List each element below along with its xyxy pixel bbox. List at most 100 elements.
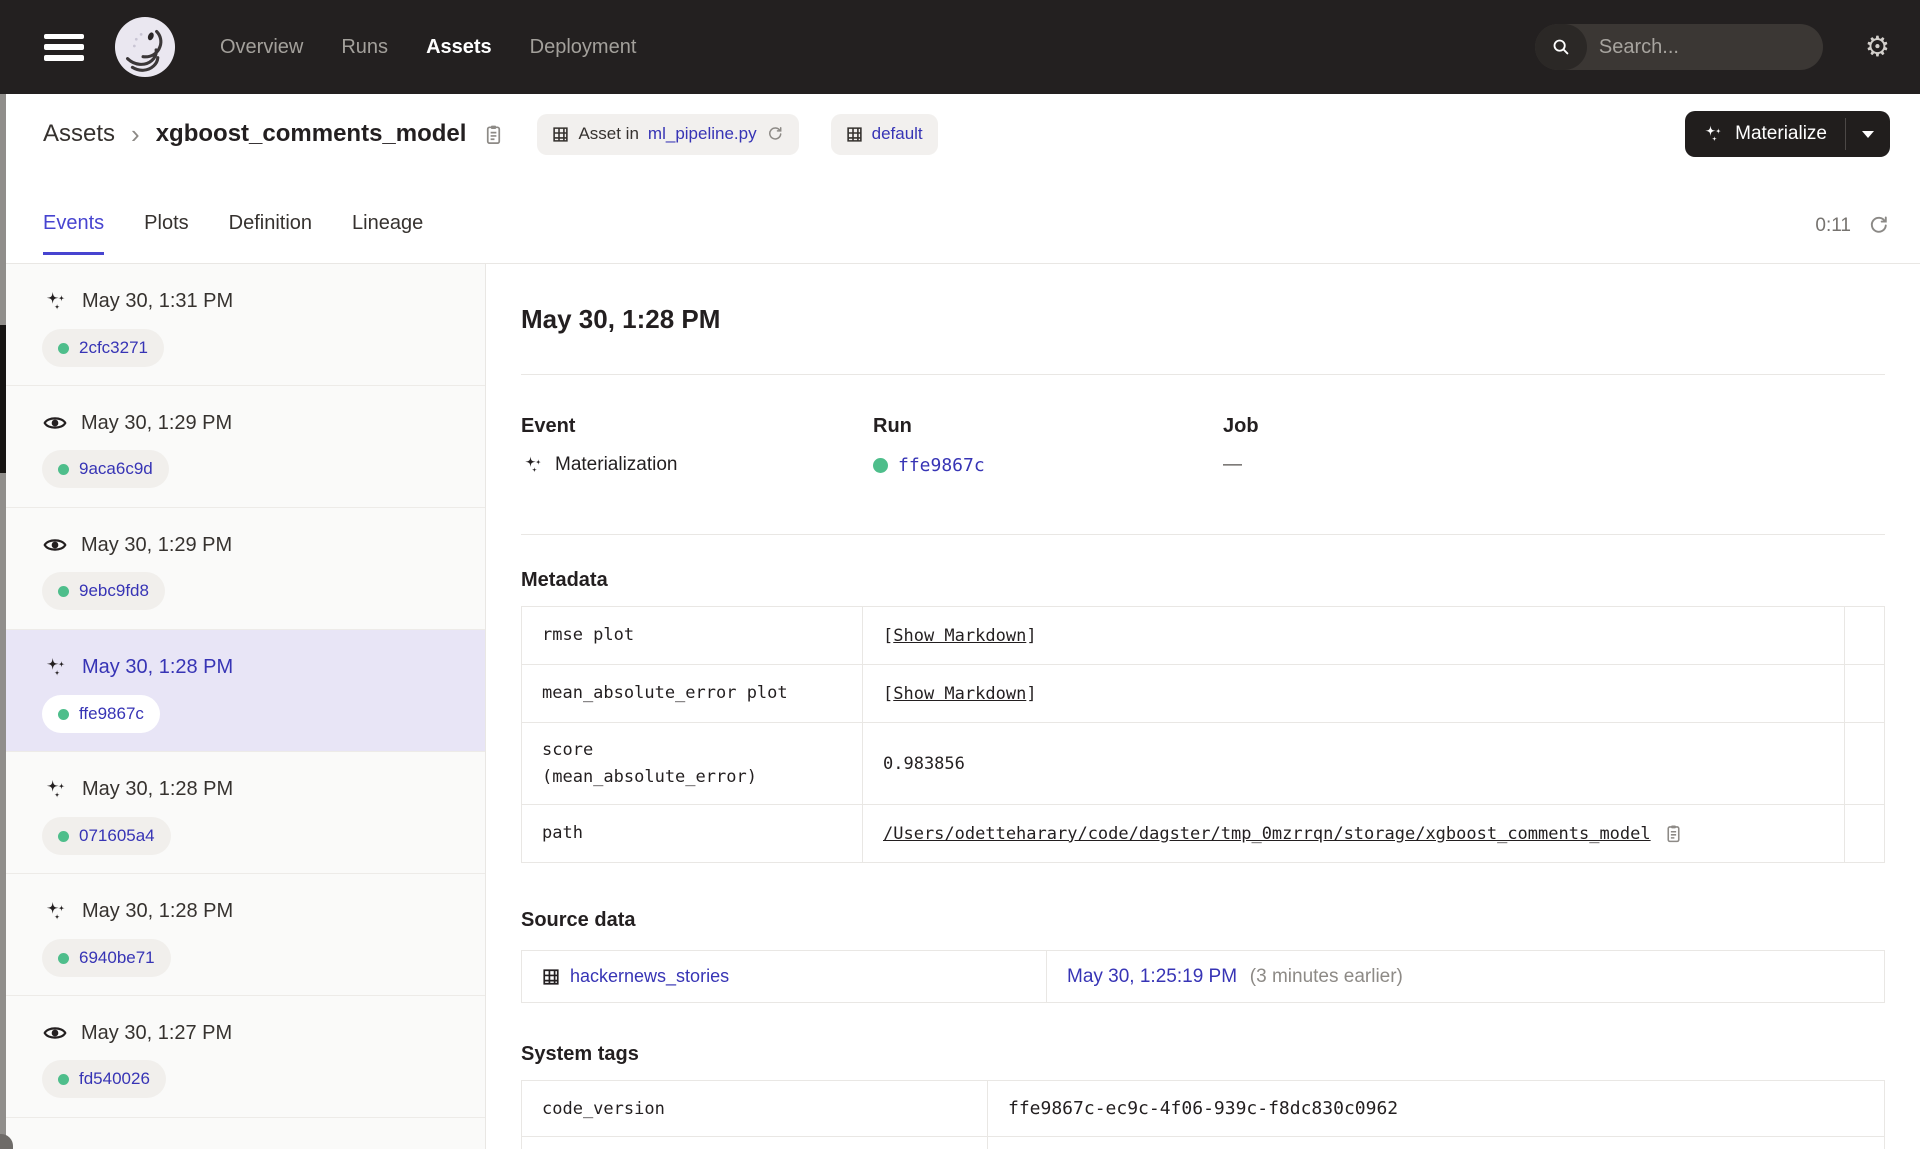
tab-events[interactable]: Events [43, 212, 105, 255]
copy-asset-name-icon[interactable] [482, 123, 505, 146]
run-status-dot [58, 463, 69, 475]
bracket: ] [1026, 683, 1037, 704]
source-asset-link[interactable]: hackernews_stories [570, 966, 729, 987]
show-markdown-link[interactable]: Show Markdown [893, 684, 1026, 704]
run-id-chip[interactable]: ffe9867c [42, 695, 160, 733]
table-row: hackernews_stories May 30, 1:25:19 PM (3… [521, 950, 1885, 1003]
run-id-link[interactable]: 071605a4 [79, 826, 155, 846]
group-grid-icon [846, 126, 863, 143]
bracket: ] [1026, 625, 1037, 646]
copy-path-icon[interactable] [1663, 823, 1684, 844]
event-list-item[interactable]: May 30, 1:28 PM 071605a4 [0, 752, 485, 874]
gear-icon[interactable]: ⚙ [1865, 33, 1890, 61]
nav-assets[interactable]: Assets [426, 36, 492, 59]
group-pill: default [830, 113, 938, 155]
dagster-logo[interactable] [114, 16, 176, 78]
job-column-label: Job [1223, 415, 1259, 437]
source-observation-time-link[interactable]: May 30, 1:25:19 PM [1067, 966, 1237, 987]
materialization-sparkle-icon [521, 453, 545, 477]
pipeline-file-link[interactable]: ml_pipeline.py [648, 124, 757, 144]
materialization-sparkle-icon [42, 776, 69, 803]
page-title: xgboost_comments_model [155, 120, 467, 147]
metadata-key: mean_absolute_error plot [542, 683, 788, 704]
run-id-link[interactable]: ffe9867c [898, 455, 985, 476]
job-value: — [1223, 454, 1242, 475]
nav-overview[interactable]: Overview [220, 36, 303, 59]
search-input[interactable] [1586, 35, 1823, 59]
observation-eye-icon [42, 410, 68, 436]
breadcrumb-separator: › [131, 118, 140, 149]
run-id-link[interactable]: ffe9867c [79, 704, 144, 724]
observation-eye-icon [42, 1020, 68, 1046]
materialize-split-button: Materialize [1685, 111, 1890, 157]
source-data-table: hackernews_stories May 30, 1:25:19 PM (3… [521, 950, 1885, 1003]
event-list-item[interactable]: May 30, 1:31 PM 2cfc3271 [0, 264, 485, 386]
observation-eye-icon [42, 532, 68, 558]
materialization-sparkle-icon [42, 288, 69, 315]
event-detail-panel: May 30, 1:28 PM Event Materialization Ru… [486, 264, 1920, 1149]
background-window-edge [0, 94, 6, 1149]
tab-plots[interactable]: Plots [144, 212, 188, 255]
system-tags-heading: System tags [521, 1043, 639, 1065]
run-id-chip[interactable]: 071605a4 [42, 817, 171, 855]
run-id-chip[interactable]: 9ebc9fd8 [42, 572, 165, 610]
event-list-item[interactable]: May 30, 1:29 PM 9ebc9fd8 [0, 508, 485, 630]
path-link[interactable]: /Users/odetteharary/code/dagster/tmp_0mz… [883, 824, 1651, 844]
primary-nav: Overview Runs Assets Deployment [220, 36, 636, 59]
event-list-item[interactable]: May 30, 1:29 PM 9aca6c9d [0, 386, 485, 508]
run-column-label: Run [873, 415, 912, 437]
table-row: rmse plot [Show Markdown] [521, 606, 1885, 665]
asset-location-prefix: Asset in [578, 124, 639, 143]
run-id-chip[interactable]: 9aca6c9d [42, 450, 169, 488]
nav-runs[interactable]: Runs [341, 36, 388, 59]
run-id-link[interactable]: fd540026 [79, 1069, 150, 1089]
hamburger-menu-icon[interactable] [44, 33, 84, 61]
show-markdown-link[interactable]: Show Markdown [893, 626, 1026, 646]
metadata-key: score (mean_absolute_error) [542, 740, 757, 787]
run-status-dot [58, 1073, 69, 1085]
table-row: score (mean_absolute_error) 0.983856 [521, 722, 1885, 805]
materialize-sparkle-icon [1701, 122, 1725, 146]
run-id-link[interactable]: 9ebc9fd8 [79, 581, 149, 601]
source-data-heading: Source data [521, 909, 636, 931]
run-status-dot [873, 457, 888, 473]
event-list-item[interactable]: May 30, 1:28 PM 6940be71 [0, 874, 485, 996]
event-list-item[interactable]: May 30, 1:27 PM fd540026 [0, 996, 485, 1118]
materialization-sparkle-icon [42, 654, 69, 681]
materialization-sparkle-icon [42, 898, 69, 925]
global-search[interactable]: / [1534, 24, 1823, 70]
run-id-chip[interactable]: 2cfc3271 [42, 329, 164, 367]
event-type-value: Materialization [555, 454, 678, 475]
metadata-key: rmse plot [542, 625, 635, 646]
run-id-chip[interactable]: 6940be71 [42, 939, 171, 977]
event-column-label: Event [521, 415, 576, 437]
page-header: Assets › xgboost_comments_model Asset in… [0, 94, 1920, 264]
bracket: [ [883, 625, 894, 646]
nav-deployment[interactable]: Deployment [530, 36, 637, 59]
materialize-button[interactable]: Materialize [1685, 111, 1845, 157]
breadcrumb: Assets › xgboost_comments_model Asset in… [0, 94, 1920, 174]
table-row: path /Users/odetteharary/code/dagster/tm… [521, 804, 1885, 863]
group-default-link[interactable]: default [872, 124, 923, 144]
run-status-dot [58, 585, 69, 597]
poll-timer: 0:11 [1815, 214, 1851, 236]
tab-definition[interactable]: Definition [229, 212, 312, 255]
event-list: May 30, 1:31 PM 2cfc3271 May 30, 1:29 PM… [0, 264, 486, 1149]
event-list-item-selected[interactable]: May 30, 1:28 PM ffe9867c [0, 630, 485, 752]
table-row [521, 1136, 1885, 1149]
table-row: mean_absolute_error plot [Show Markdown] [521, 664, 1885, 723]
run-id-link[interactable]: 6940be71 [79, 948, 155, 968]
refresh-icon[interactable] [1867, 214, 1890, 237]
reload-code-location-icon[interactable] [766, 125, 784, 143]
run-id-chip[interactable]: fd540026 [42, 1060, 166, 1098]
event-timestamp: May 30, 1:28 PM [82, 778, 234, 800]
event-detail-title: May 30, 1:28 PM [521, 304, 721, 334]
run-id-link[interactable]: 2cfc3271 [79, 338, 148, 358]
system-tag-key: code_version [542, 1098, 665, 1119]
tab-lineage[interactable]: Lineage [352, 212, 423, 255]
run-id-link[interactable]: 9aca6c9d [79, 459, 153, 479]
system-tag-value: ffe9867c-ec9c-4f06-939c-f8dc830c0962 [1008, 1098, 1399, 1119]
materialize-dropdown-button[interactable] [1846, 111, 1890, 157]
event-timestamp: May 30, 1:29 PM [81, 533, 233, 556]
breadcrumb-assets-link[interactable]: Assets [43, 120, 115, 148]
